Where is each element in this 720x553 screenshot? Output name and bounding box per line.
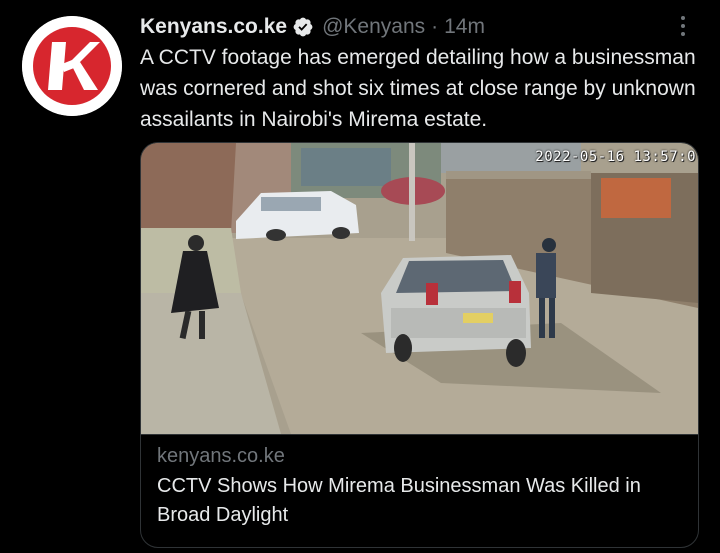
tweet-text: A CCTV footage has emerged detailing how… (140, 46, 696, 131)
display-name[interactable]: Kenyans.co.ke (140, 15, 287, 39)
card-domain: kenyans.co.ke (157, 445, 285, 467)
verified-badge-icon (293, 17, 313, 37)
cctv-video-thumbnail[interactable]: 2022-05-16 13:57:0 (141, 143, 698, 434)
card-meta[interactable]: kenyans.co.ke CCTV Shows How Mirema Busi… (141, 434, 698, 547)
kenyans-k-logo-icon (22, 16, 122, 116)
tweet-header: Kenyans.co.ke @Kenyans · 14m (140, 10, 485, 44)
link-card[interactable]: 2022-05-16 13:57:0 kenyans.co.ke CCTV Sh… (140, 142, 699, 548)
cctv-scene-image (141, 143, 698, 434)
separator-dot: · (431, 15, 439, 38)
user-handle[interactable]: @Kenyans (322, 15, 425, 39)
avatar[interactable] (22, 16, 122, 116)
more-vertical-icon[interactable] (666, 12, 700, 40)
more-dot (681, 16, 685, 20)
tweet[interactable]: Kenyans.co.ke @Kenyans · 14m A CCTV foot… (0, 0, 720, 553)
cctv-timestamp: 2022-05-16 13:57:0 (535, 149, 696, 165)
more-dot (681, 24, 685, 28)
more-dot (681, 32, 685, 36)
tweet-timestamp[interactable]: 14m (444, 15, 485, 39)
card-title[interactable]: CCTV Shows How Mirema Businessman Was Ki… (157, 472, 687, 530)
